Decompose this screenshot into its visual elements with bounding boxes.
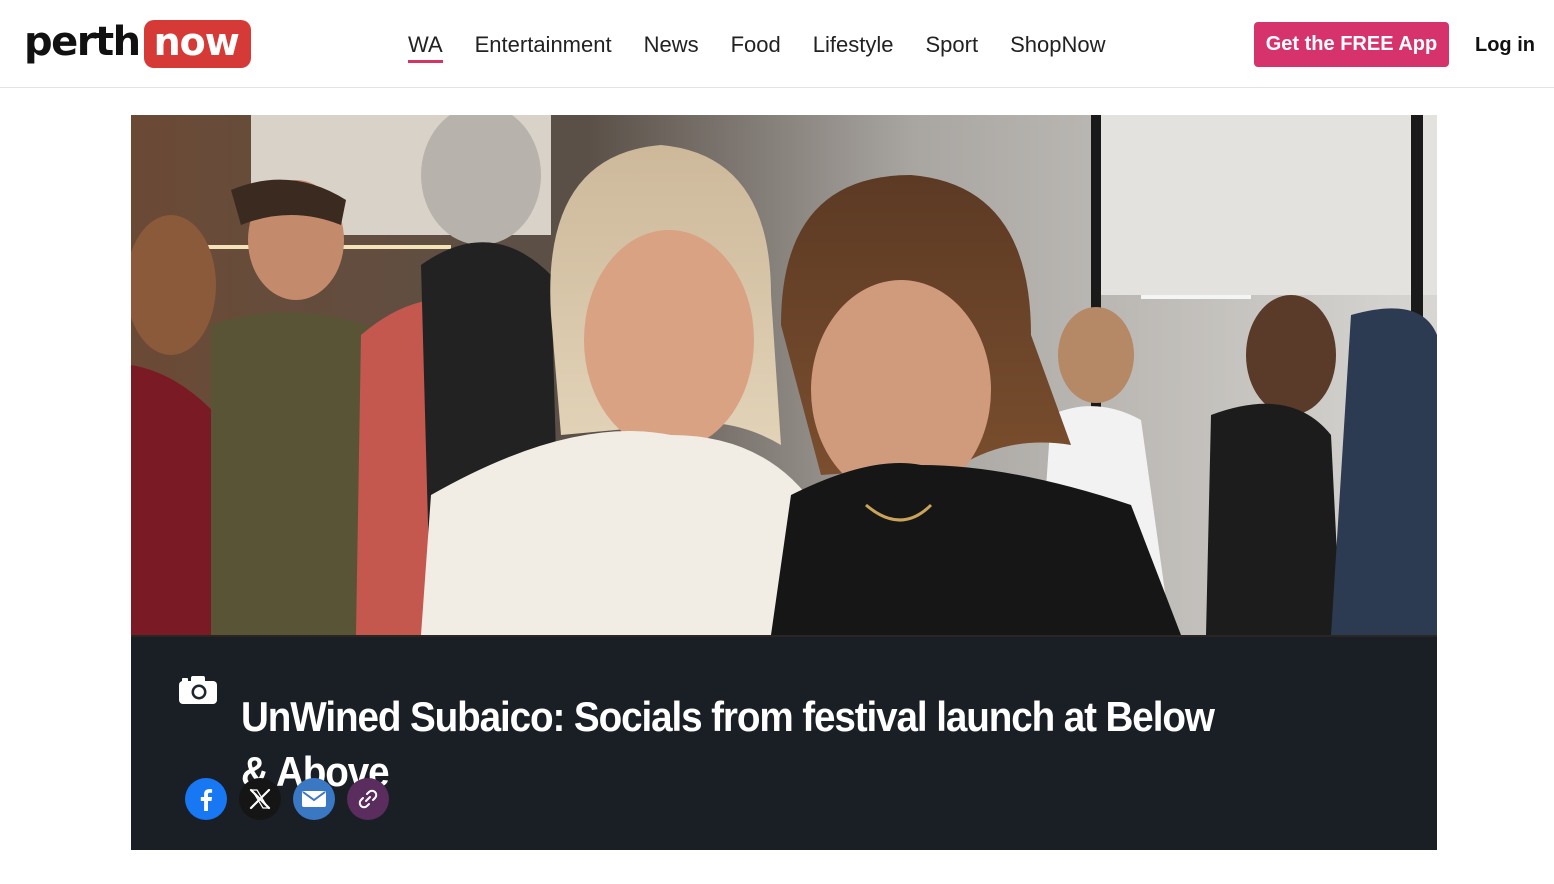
gallery-caption: UnWined Subaico: Socials from festival l…: [131, 637, 1437, 850]
email-icon[interactable]: [293, 778, 335, 820]
nav-item-wa[interactable]: WA: [408, 30, 443, 63]
site-header: perth now WA Entertainment News Food Lif…: [0, 0, 1554, 88]
link-icon[interactable]: [347, 778, 389, 820]
hero-gallery[interactable]: UnWined Subaico: Socials from festival l…: [131, 115, 1437, 850]
login-link[interactable]: Log in: [1475, 33, 1535, 57]
facebook-icon[interactable]: [185, 778, 227, 820]
nav-item-sport[interactable]: Sport: [925, 30, 978, 60]
logo-text-perth: perth: [24, 19, 141, 65]
nav-item-entertainment[interactable]: Entertainment: [475, 30, 612, 60]
nav-item-news[interactable]: News: [644, 30, 699, 60]
x-icon[interactable]: [239, 778, 281, 820]
nav-item-shopnow[interactable]: ShopNow: [1010, 30, 1105, 60]
article-headline[interactable]: UnWined Subaico: Socials from festival l…: [241, 689, 1244, 799]
nav-item-lifestyle[interactable]: Lifestyle: [813, 30, 894, 60]
nav-item-food[interactable]: Food: [731, 30, 781, 60]
share-buttons: [185, 778, 389, 820]
logo-text-now: now: [143, 20, 251, 68]
perthnow-logo[interactable]: perth now: [24, 20, 251, 68]
get-app-button[interactable]: Get the FREE App: [1254, 22, 1449, 67]
camera-icon: [179, 676, 217, 704]
main-nav: WA Entertainment News Food Lifestyle Spo…: [408, 30, 1137, 63]
